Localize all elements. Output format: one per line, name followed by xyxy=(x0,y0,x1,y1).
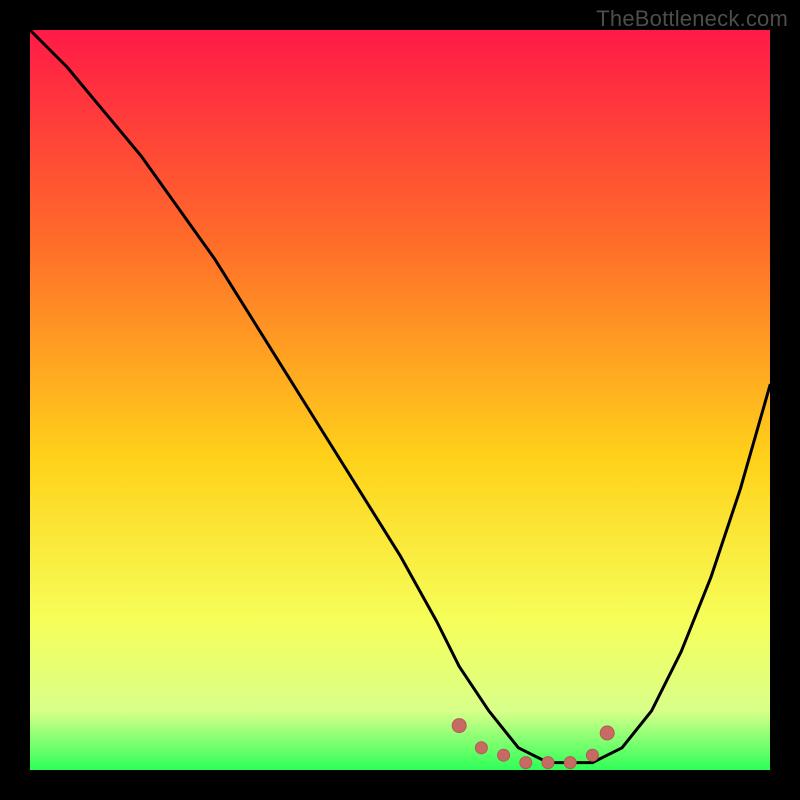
marker-dot xyxy=(452,719,466,733)
marker-dot xyxy=(600,726,614,740)
chart-frame: TheBottleneck.com xyxy=(0,0,800,800)
marker-dot xyxy=(498,749,510,761)
gradient-background xyxy=(30,30,770,770)
marker-dot xyxy=(586,749,598,761)
marker-dot xyxy=(475,742,487,754)
marker-dot xyxy=(520,757,532,769)
marker-dot xyxy=(542,757,554,769)
watermark-text: TheBottleneck.com xyxy=(596,6,788,32)
bottleneck-chart xyxy=(30,30,770,770)
marker-dot xyxy=(564,757,576,769)
